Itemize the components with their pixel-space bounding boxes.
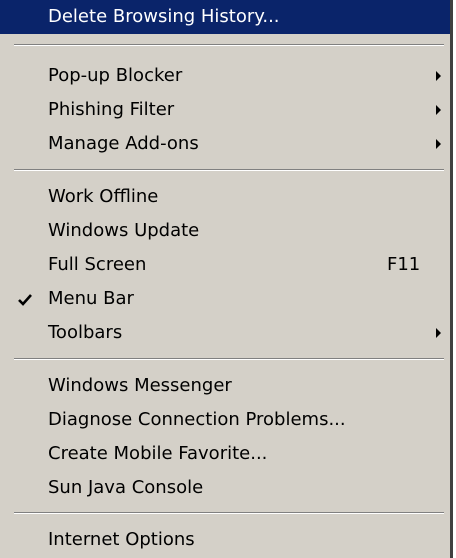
menu-item-label: Toolbars <box>48 322 123 343</box>
menu-item-popup-blocker[interactable]: Pop-up Blocker <box>0 59 450 93</box>
submenu-arrow-icon <box>436 71 441 81</box>
menu-item-label: Delete Browsing History... <box>48 6 280 27</box>
menu-item-label: Menu Bar <box>48 288 134 309</box>
menu-item-label: Phishing Filter <box>48 99 175 120</box>
menu-item-label: Windows Update <box>48 220 200 241</box>
tools-menu: Delete Browsing History... Pop-up Blocke… <box>0 0 453 558</box>
menu-item-work-offline[interactable]: Work Offline <box>0 180 450 214</box>
menu-item-delete-browsing-history[interactable]: Delete Browsing History... <box>0 0 450 34</box>
menu-item-label: Work Offline <box>48 186 159 207</box>
menu-item-label: Full Screen <box>48 254 147 275</box>
menu-separator <box>14 512 444 514</box>
menu-separator <box>14 44 444 46</box>
menu-item-label: Create Mobile Favorite... <box>48 443 268 464</box>
submenu-arrow-icon <box>436 328 441 338</box>
menu-item-label: Internet Options <box>48 529 195 550</box>
menu-item-menu-bar[interactable]: Menu Bar <box>0 282 450 316</box>
menu-item-full-screen[interactable]: Full Screen F11 <box>0 248 450 282</box>
menu-item-create-mobile-favorite[interactable]: Create Mobile Favorite... <box>0 437 450 471</box>
menu-item-label: Sun Java Console <box>48 477 204 498</box>
menu-item-label: Manage Add-ons <box>48 133 199 154</box>
menu-item-phishing-filter[interactable]: Phishing Filter <box>0 93 450 127</box>
menu-item-label: Windows Messenger <box>48 375 232 396</box>
menu-item-label: Pop-up Blocker <box>48 65 183 86</box>
menu-item-manage-addons[interactable]: Manage Add-ons <box>0 127 450 161</box>
submenu-arrow-icon <box>436 139 441 149</box>
shortcut-label: F11 <box>387 254 421 275</box>
menu-item-toolbars[interactable]: Toolbars <box>0 316 450 350</box>
menu-separator <box>14 358 444 360</box>
menu-item-label: Diagnose Connection Problems... <box>48 409 346 430</box>
menu-item-sun-java-console[interactable]: Sun Java Console <box>0 471 450 505</box>
menu-separator <box>14 169 444 171</box>
menu-item-windows-messenger[interactable]: Windows Messenger <box>0 369 450 403</box>
menu-item-diagnose-connection[interactable]: Diagnose Connection Problems... <box>0 403 450 437</box>
menu-item-windows-update[interactable]: Windows Update <box>0 214 450 248</box>
menu-item-internet-options[interactable]: Internet Options <box>0 523 450 557</box>
submenu-arrow-icon <box>436 105 441 115</box>
checkmark-icon <box>18 294 32 306</box>
